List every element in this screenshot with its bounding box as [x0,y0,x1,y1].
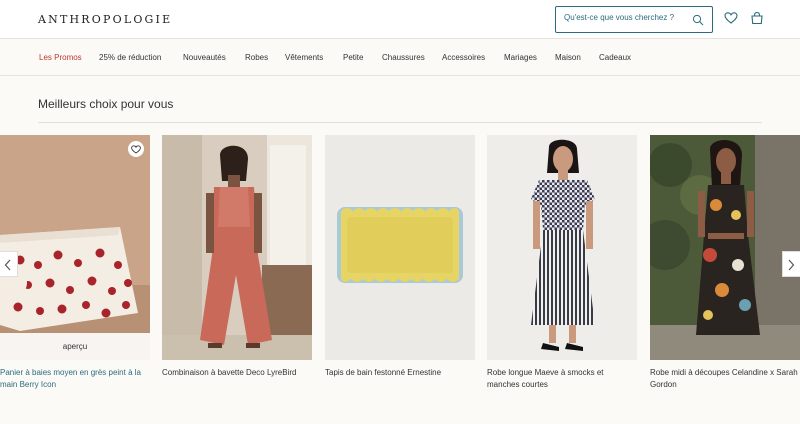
search-icon[interactable] [692,14,704,26]
product-image[interactable] [325,135,475,360]
nav-item-weddings[interactable]: Mariages [504,53,537,62]
carousel-prev-button[interactable] [0,251,18,277]
product-image-bath-mat [325,135,475,360]
product-image-striped-dress [487,135,637,360]
product-card[interactable]: Tapis de bain festonné Ernestine [325,135,475,379]
search-box[interactable] [555,6,713,33]
product-image[interactable] [650,135,800,360]
product-image-jumpsuit [162,135,312,360]
nav-item-new[interactable]: Nouveautés [183,53,226,62]
nav-item-shoes[interactable]: Chaussures [382,53,425,62]
product-image-printed-dress [650,135,800,360]
product-image-berry-basket [0,135,150,360]
product-card[interactable]: Robe longue Maeve à smocks et manches co… [487,135,637,391]
product-card[interactable]: Robe midi à découpes Celandine x Sarah G… [650,135,800,391]
product-image[interactable]: aperçu [0,135,150,360]
heart-icon [131,145,141,154]
main-nav: Les Promos 25% de réduction Nouveautés R… [0,38,800,76]
product-name[interactable]: Combinaison à bavette Deco LyreBird [162,367,312,379]
nav-item-discount[interactable]: 25% de réduction [99,53,161,62]
nav-item-home[interactable]: Maison [555,53,581,62]
product-image[interactable] [487,135,637,360]
brand-logo[interactable]: ANTHROPOLOGIE [38,13,172,26]
nav-item-gifts[interactable]: Cadeaux [599,53,631,62]
next-section-title-cutoff [330,418,440,424]
product-name[interactable]: Panier à baies moyen en grès peint à la … [0,367,150,391]
search-input[interactable] [564,13,684,22]
product-card[interactable]: Combinaison à bavette Deco LyreBird [162,135,312,379]
nav-item-promos[interactable]: Les Promos [39,53,82,62]
section-divider [38,122,762,123]
wishlist-button[interactable] [128,141,144,157]
product-name[interactable]: Tapis de bain festonné Ernestine [325,367,475,379]
heart-icon[interactable] [724,11,738,25]
site-header: ANTHROPOLOGIE [0,0,800,38]
product-name[interactable]: Robe midi à découpes Celandine x Sarah G… [650,367,800,391]
quick-view-button[interactable]: aperçu [0,333,150,360]
chevron-left-icon [4,259,11,271]
section-title: Meilleurs choix pour vous [38,97,174,111]
chevron-right-icon [788,259,795,271]
shopping-bag-icon[interactable] [750,11,764,25]
product-card[interactable]: aperçu Panier à baies moyen en grès pein… [0,135,150,391]
nav-item-dresses[interactable]: Robes [245,53,268,62]
nav-item-petite[interactable]: Petite [343,53,363,62]
nav-item-accessories[interactable]: Accessoires [442,53,485,62]
nav-item-clothing[interactable]: Vêtements [285,53,323,62]
carousel-next-button[interactable] [782,251,800,277]
product-name[interactable]: Robe longue Maeve à smocks et manches co… [487,367,637,391]
product-image[interactable] [162,135,312,360]
